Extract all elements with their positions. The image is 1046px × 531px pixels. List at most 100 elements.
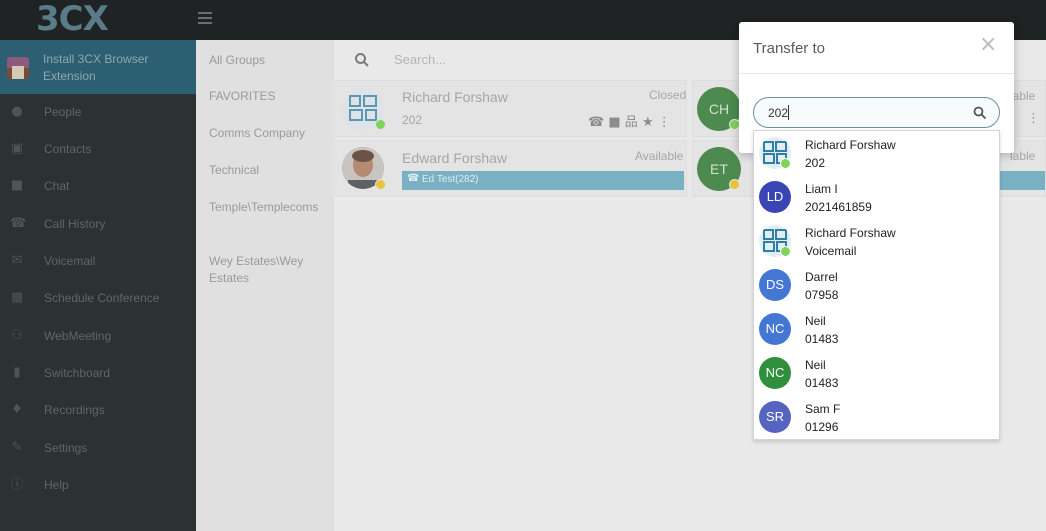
more-icon[interactable]: ⋮ [658,115,671,130]
org-icon[interactable]: 品 [625,115,638,130]
chat-icon: ■ [10,178,24,193]
group-temple[interactable]: Temple\Templecoms [209,199,329,216]
transfer-results-list: Richard Forshaw 202 LD Liam I 2021461859… [753,130,1000,440]
active-call-bar[interactable]: ☎ Ed Test(282) [402,171,684,190]
group-wey-estates[interactable]: Wey Estates\Wey Estates [209,253,329,287]
calendar-icon: ▦ [10,290,24,305]
phone-icon[interactable]: ☎ [588,115,604,130]
sidebar-item-voicemail[interactable]: ✉ Voicemail [0,243,196,280]
sidebar-item-chat[interactable]: ■ Chat [0,168,196,205]
text-caret [788,105,789,120]
status-text: Closed [649,88,687,102]
contact-name: Edward Forshaw [402,150,508,166]
star-icon[interactable]: ★ [642,115,654,130]
contact-avatar: NC [759,313,791,345]
sidebar-item-label: WebMeeting [44,329,112,343]
sidebar-item-contacts[interactable]: ▣ Contacts [0,131,196,168]
result-number: 07958 [805,288,839,302]
contact-avatar: SR [759,401,791,433]
result-name: Neil [805,358,826,372]
status-dot [375,179,386,190]
sidebar-item-label: People [44,105,82,119]
dialog-title: Transfer to [753,40,825,57]
list-item[interactable]: Richard Forshaw 202 [754,131,999,175]
result-name: Neil [805,314,826,328]
extension-icon [7,57,29,79]
sidebar-item-label: Schedule Conference [44,291,160,305]
list-item[interactable]: NC Neil 01483 [754,307,999,351]
chat-icon[interactable]: ■ [608,115,620,130]
more-icon[interactable]: ⋮ [1027,111,1040,126]
result-name: Liam I [805,182,838,196]
search-icon[interactable] [973,106,987,120]
contact-extension: 202 [402,113,423,127]
result-name: Richard Forshaw [805,226,896,240]
transfer-search-value: 202 [768,106,789,120]
result-number: 2021461859 [805,200,872,214]
result-number: 01296 [805,420,839,434]
result-name: Richard Forshaw [805,138,896,152]
groups-panel: All Groups FAVORITES Comms Company Techn… [196,40,334,531]
search-input[interactable]: Search... [394,52,446,67]
sidebar-item-label: Voicemail [44,254,96,268]
voicemail-icon: ✉ [11,253,23,268]
transfer-search-input[interactable]: 202 [753,97,1000,128]
sidebar-item-people[interactable]: ● People [0,94,196,131]
active-call-bar[interactable] [993,171,1045,190]
sidebar-item-label: Switchboard [44,366,111,380]
sidebar-item-switchboard[interactable]: ▮ Switchboard [0,355,196,392]
status-dot [375,119,386,130]
list-item[interactable]: LD Liam I 2021461859 [754,175,999,219]
list-item[interactable]: NC Neil 01483 [754,351,999,395]
contact-avatar: LD [759,181,791,213]
status-dot [780,158,791,169]
install-extension-label: Install 3CX Browser Extension [43,52,149,83]
close-icon[interactable]: × [979,34,997,56]
list-item[interactable]: SR Sam F 01296 [754,395,999,439]
install-extension-banner[interactable]: Install 3CX Browser Extension [0,40,196,94]
result-number: 202 [805,156,826,170]
list-item[interactable]: DS Darrel 07958 [754,263,999,307]
webmeeting-icon: ⚇ [11,328,23,343]
active-call-label: Ed Test(282) [422,174,479,185]
group-technical[interactable]: Technical [209,162,329,179]
status-dot [780,246,791,257]
person-icon: ● [11,104,23,119]
contact-name: Richard Forshaw [402,89,508,105]
info-icon: ⓘ [10,477,24,492]
contacts-icon: ▣ [10,141,24,156]
sidebar-item-recordings[interactable]: ♦ Recordings [0,392,196,429]
microphone-icon: ♦ [11,402,23,417]
sidebar-item-help[interactable]: ⓘ Help [0,467,196,504]
sidebar-item-schedule-conference[interactable]: ▦ Schedule Conference [0,280,196,317]
group-favorites[interactable]: FAVORITES [209,88,329,105]
result-name: Darrel [805,270,838,284]
app-logo: 3CX [36,0,109,39]
sidebar-item-label: Settings [44,441,88,455]
result-number: Voicemail [805,244,857,258]
switchboard-icon: ▮ [13,365,21,380]
phone-icon: ☎ [10,216,27,231]
sidebar-item-settings[interactable]: ✎ Settings [0,430,196,467]
menu-icon[interactable] [198,12,212,24]
contact-avatar: NC [759,357,791,389]
group-comms-company[interactable]: Comms Company [209,125,329,142]
result-name: Sam F [805,402,841,416]
sidebar-item-label: Help [44,478,69,492]
sidebar-item-label: Chat [44,179,70,193]
status-text: lable [1010,149,1036,163]
contact-card[interactable]: Richard Forshaw 202 Closed ☎ ■ 品 ★ ⋮ [335,80,687,137]
sidebar-item-call-history[interactable]: ☎ Call History [0,206,196,243]
phone-icon: ☎ [407,173,420,184]
sidebar-item-label: Recordings [44,403,105,417]
sidebar-item-label: Contacts [44,142,92,156]
sidebar-item-label: Call History [44,217,106,231]
sidebar-item-webmeeting[interactable]: ⚇ WebMeeting [0,318,196,355]
contact-card[interactable]: Edward Forshaw Available ☎ Ed Test(282) [335,140,687,197]
status-text: Available [635,149,684,163]
list-item[interactable]: Richard Forshaw Voicemail [754,219,999,263]
card-actions: ☎ ■ 品 ★ ⋮ [588,111,671,130]
group-all[interactable]: All Groups [209,52,329,69]
contact-avatar: DS [759,269,791,301]
sidebar: Install 3CX Browser Extension ● People ▣… [0,40,196,531]
